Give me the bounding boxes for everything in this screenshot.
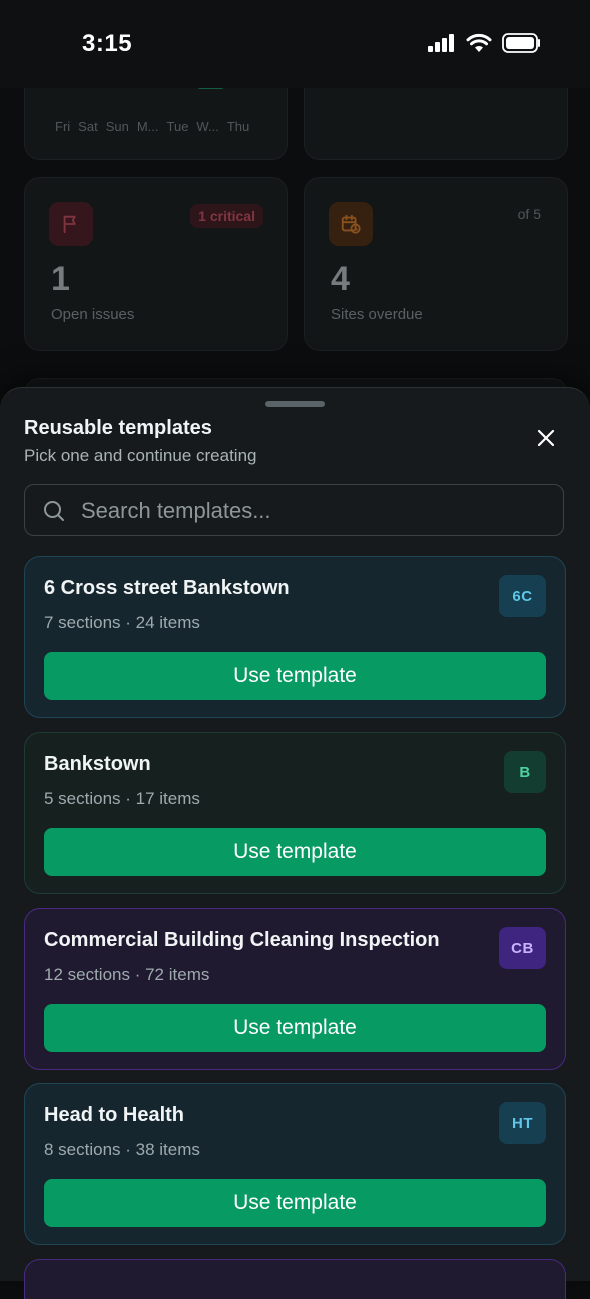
open-issues-label: Open issues (51, 306, 135, 323)
chart-day-label: Fri (55, 119, 71, 134)
sites-overdue-count: 4 (331, 260, 350, 298)
sheet-title: Reusable templates (24, 417, 212, 439)
status-bar: 3:15 (0, 0, 590, 88)
critical-badge: 1 critical (190, 204, 263, 228)
template-name: Head to Health (44, 1104, 185, 1126)
template-name: Bankstown (44, 753, 151, 775)
template-initials-badge: B (504, 751, 546, 793)
template-card-6-cross-street-bankstown[interactable]: 6 Cross street Bankstown 7 sections · 24… (24, 556, 566, 718)
flag-icon (49, 202, 93, 246)
search-box[interactable] (24, 484, 564, 537)
template-card-commercial-building-cleaning-inspection[interactable]: Commercial Building Cleaning Inspection … (24, 908, 566, 1070)
templates-sheet: Reusable templates Pick one and continue… (0, 387, 590, 1299)
sites-overdue-label: Sites overdue (331, 306, 423, 323)
chart-day-label: M... (136, 119, 159, 134)
sheet-grabber[interactable] (265, 401, 325, 407)
template-meta: 12 sections · 72 items (44, 965, 210, 984)
status-time: 3:15 (82, 30, 133, 57)
chart-day-label: Tue (166, 119, 189, 134)
chart-day-labels: Fri Sat Sun M... Tue W... Thu (55, 119, 249, 134)
search-input[interactable] (79, 485, 553, 537)
chart-day-label: Sat (78, 119, 98, 134)
template-initials-badge: CB (499, 927, 546, 969)
search-icon (44, 501, 64, 521)
open-issues-card[interactable]: 1 critical 1 Open issues (24, 177, 288, 351)
template-initials-badge: 6C (499, 575, 546, 617)
template-name: Commercial Building Cleaning Inspection (44, 929, 440, 951)
use-template-button[interactable]: Use template (44, 652, 546, 700)
battery-icon (502, 33, 540, 53)
calendar-clock-icon (329, 202, 373, 246)
template-card-bankstown[interactable]: Bankstown 5 sections · 17 items B Use te… (24, 732, 566, 894)
sites-overdue-card[interactable]: of 5 4 Sites overdue (304, 177, 568, 351)
chart-day-label: Sun (105, 119, 129, 134)
template-initials-badge: HT (499, 1102, 546, 1144)
use-template-button[interactable]: Use template (44, 1179, 546, 1227)
status-icons (428, 33, 542, 53)
template-meta: 8 sections · 38 items (44, 1140, 200, 1159)
template-meta: 7 sections · 24 items (44, 613, 200, 632)
template-card-partial[interactable] (24, 1259, 566, 1299)
close-button[interactable] (534, 426, 558, 450)
use-template-button[interactable]: Use template (44, 828, 546, 876)
template-meta: 5 sections · 17 items (44, 789, 200, 808)
open-issues-count: 1 (51, 260, 70, 298)
chart-day-label: Thu (226, 119, 250, 134)
wifi-icon (466, 33, 492, 52)
cellular-signal-icon (428, 34, 454, 52)
use-template-button[interactable]: Use template (44, 1004, 546, 1052)
sheet-subtitle: Pick one and continue creating (24, 446, 257, 465)
chart-day-label: W... (196, 119, 219, 134)
sites-total: of 5 (517, 206, 541, 222)
close-icon (537, 429, 555, 447)
template-card-head-to-health[interactable]: Head to Health 8 sections · 38 items HT … (24, 1083, 566, 1245)
template-name: 6 Cross street Bankstown (44, 577, 290, 599)
